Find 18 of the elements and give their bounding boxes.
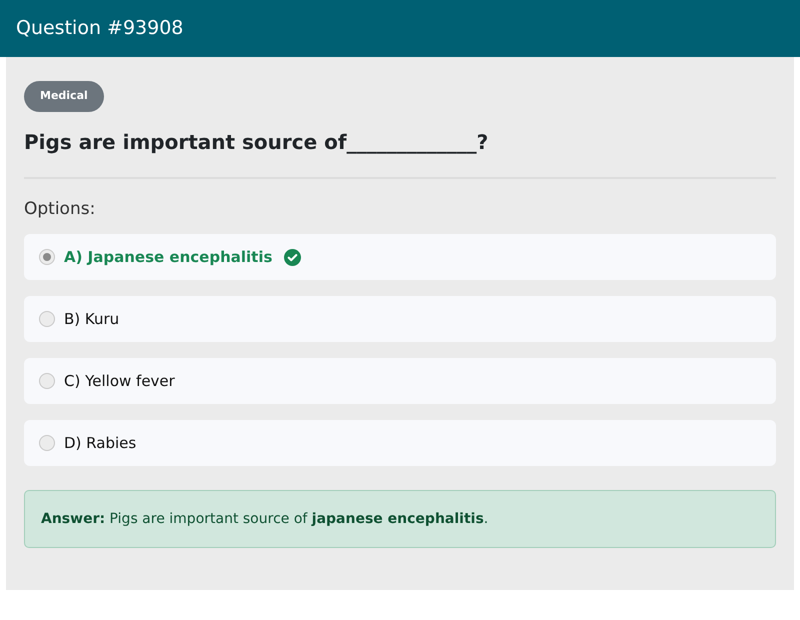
question-text: Pigs are important source of_____________?	[24, 128, 490, 156]
radio-button[interactable]	[39, 311, 55, 327]
option-row[interactable]: C) Yellow fever	[24, 358, 776, 404]
option-label: C) Yellow fever	[64, 370, 175, 392]
question-title: Question #93908	[16, 16, 184, 42]
option-row[interactable]: A) Japanese encephalitis	[24, 234, 776, 280]
option-row[interactable]: D) Rabies	[24, 420, 776, 466]
radio-button[interactable]	[39, 249, 55, 265]
option-label: A) Japanese encephalitis	[64, 246, 272, 268]
radio-button[interactable]	[39, 435, 55, 451]
options-heading: Options:	[24, 198, 96, 220]
radio-button[interactable]	[39, 373, 55, 389]
option-label: B) Kuru	[64, 308, 120, 330]
option-row[interactable]: B) Kuru	[24, 296, 776, 342]
answer-text: Answer: Pigs are important source of japanese encephalitis.	[41, 510, 488, 528]
category-tag: Medical	[24, 81, 104, 112]
check-icon	[284, 248, 302, 266]
option-label: D) Rabies	[64, 432, 136, 454]
